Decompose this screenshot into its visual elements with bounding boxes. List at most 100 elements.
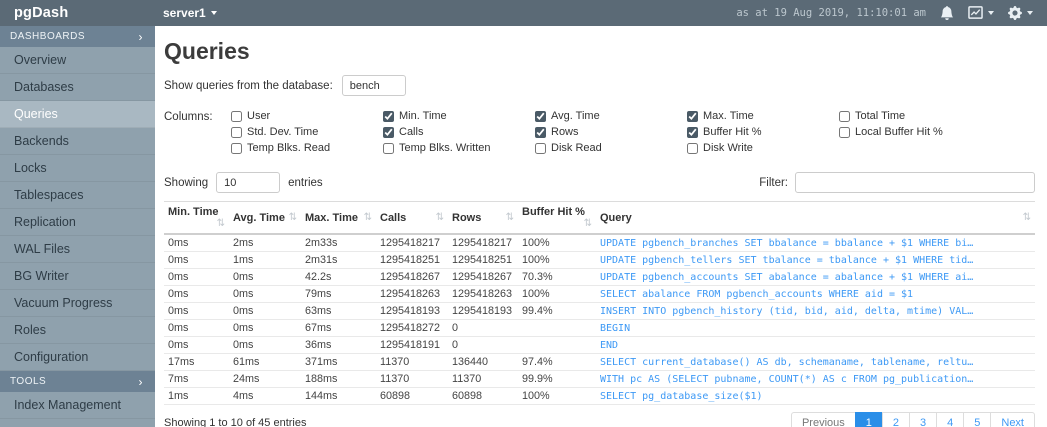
checkbox-input[interactable] xyxy=(687,110,698,122)
sidebar-item-backends[interactable]: Backends xyxy=(0,128,155,155)
entries-count-input[interactable] xyxy=(216,172,281,193)
pagination: Previous 1 2 3 4 5 Next xyxy=(790,412,1035,427)
checkbox-total-time[interactable]: Total Time xyxy=(839,110,943,122)
sidebar-item-configuration[interactable]: Configuration xyxy=(0,344,155,371)
checkbox-temp-blks-written[interactable]: Temp Blks. Written xyxy=(383,142,535,154)
query-link[interactable]: SELECT abalance FROM pgbench_accounts WH… xyxy=(596,285,1035,303)
notifications-button[interactable] xyxy=(940,6,954,20)
checkbox-input[interactable] xyxy=(383,142,394,154)
sidebar-item-queries[interactable]: Queries xyxy=(0,101,155,128)
checkbox-disk-write[interactable]: Disk Write xyxy=(687,142,839,154)
sidebar-item-replication[interactable]: Replication xyxy=(0,209,155,236)
sort-icon: ⇅ xyxy=(288,211,297,223)
checkbox-label: Total Time xyxy=(855,110,906,122)
column-header-avg-time[interactable]: Avg. Time ⇅ xyxy=(229,201,301,235)
page-button-5[interactable]: 5 xyxy=(963,412,992,427)
column-header-calls[interactable]: Calls ⇅ xyxy=(376,201,448,235)
checkbox-input[interactable] xyxy=(231,110,242,122)
checkbox-input[interactable] xyxy=(535,110,546,122)
filter-input[interactable] xyxy=(795,172,1035,193)
query-link[interactable]: INSERT INTO pgbench_history (tid, bid, a… xyxy=(596,302,1035,320)
sidebar-item-roles[interactable]: Roles xyxy=(0,317,155,344)
checkbox-avg-time[interactable]: Avg. Time xyxy=(535,110,687,122)
checkbox-calls[interactable]: Calls xyxy=(383,126,535,138)
table-cell: 0ms xyxy=(164,319,229,337)
entries-filter-row: Showing entries Filter: xyxy=(164,172,1035,193)
query-link[interactable]: SELECT current_database() AS db, scheman… xyxy=(596,353,1035,371)
table-cell: 24ms xyxy=(229,370,301,388)
checkbox-input[interactable] xyxy=(687,142,698,154)
pgdash-logo[interactable]: pgDash xyxy=(0,5,155,21)
checkbox-input[interactable] xyxy=(231,142,242,154)
previous-page-button[interactable]: Previous xyxy=(790,412,856,427)
sidebar-item-databases[interactable]: Databases xyxy=(0,74,155,101)
table-cell: 0ms xyxy=(164,234,229,252)
server-selector[interactable]: server1 xyxy=(163,6,217,20)
sidebar-item-vacuum-progress[interactable]: Vacuum Progress xyxy=(0,290,155,317)
sidebar-item-overview[interactable]: Overview xyxy=(0,47,155,74)
checkbox-input[interactable] xyxy=(383,126,394,138)
sort-icon: ⇅ xyxy=(583,218,592,229)
charts-menu-button[interactable] xyxy=(968,6,994,20)
page-button-3[interactable]: 3 xyxy=(909,412,938,427)
page-button-2[interactable]: 2 xyxy=(881,412,910,427)
checkbox-input[interactable] xyxy=(231,126,242,138)
checkbox-input[interactable] xyxy=(535,142,546,154)
sidebar-item-wal-files[interactable]: WAL Files xyxy=(0,236,155,263)
sidebar-item-index-management[interactable]: Index Management xyxy=(0,392,155,419)
table-cell: 1ms xyxy=(164,387,229,405)
query-link[interactable]: WITH pc AS (SELECT pubname, COUNT(*) AS … xyxy=(596,370,1035,388)
checkbox-disk-read[interactable]: Disk Read xyxy=(535,142,687,154)
checkbox-user[interactable]: User xyxy=(231,110,383,122)
checkbox-rows[interactable]: Rows xyxy=(535,126,687,138)
checkbox-input[interactable] xyxy=(383,110,394,122)
checkbox-input[interactable] xyxy=(687,126,698,138)
sort-icon: ⇅ xyxy=(216,218,225,229)
checkbox-group-2: Min. Time Calls Temp Blks. Written xyxy=(383,110,535,158)
page-button-4[interactable]: 4 xyxy=(936,412,965,427)
next-page-button[interactable]: Next xyxy=(990,412,1035,427)
checkbox-input[interactable] xyxy=(839,110,850,122)
query-link[interactable]: UPDATE pgbench_tellers SET tbalance = tb… xyxy=(596,251,1035,269)
table-cell: 79ms xyxy=(301,285,376,303)
sidebar-item-locks[interactable]: Locks xyxy=(0,155,155,182)
query-link[interactable]: END xyxy=(596,336,1035,354)
settings-menu-button[interactable] xyxy=(1008,6,1033,20)
table-row: 7ms 24ms 188ms 11370 11370 99.9% WITH pc AS (S… xyxy=(164,370,1035,388)
sidebar-item-tablespaces[interactable]: Tablespaces xyxy=(0,182,155,209)
sidebar-section-dashboards[interactable]: DASHBOARDS › xyxy=(0,26,155,47)
column-header-query[interactable]: Query ⇅ xyxy=(596,201,1035,235)
column-header-rows[interactable]: Rows ⇅ xyxy=(448,201,518,235)
table-row: 0ms 0ms 63ms 1295418193 1295418193 99.4% INSER… xyxy=(164,302,1035,320)
checkbox-input[interactable] xyxy=(535,126,546,138)
checkbox-std-dev-time[interactable]: Std. Dev. Time xyxy=(231,126,383,138)
query-link[interactable]: BEGIN xyxy=(596,319,1035,337)
table-cell: 1295418263 xyxy=(448,285,518,303)
checkbox-input[interactable] xyxy=(839,126,850,138)
checkbox-local-buffer-hit[interactable]: Local Buffer Hit % xyxy=(839,126,943,138)
checkbox-buffer-hit[interactable]: Buffer Hit % xyxy=(687,126,839,138)
checkbox-label: Avg. Time xyxy=(551,110,600,122)
checkbox-temp-blks-read[interactable]: Temp Blks. Read xyxy=(231,142,383,154)
query-link[interactable]: UPDATE pgbench_branches SET bbalance = b… xyxy=(596,234,1035,252)
page-button-1[interactable]: 1 xyxy=(854,412,883,427)
table-cell: 1295418217 xyxy=(376,234,448,252)
sidebar-section-tools[interactable]: TOOLS › xyxy=(0,371,155,392)
chevron-right-icon: › xyxy=(138,29,143,44)
table-cell: 100% xyxy=(518,387,596,405)
table-cell: 99.4% xyxy=(518,302,596,320)
column-header-buffer-hit[interactable]: Buffer Hit % ⇅ xyxy=(518,201,596,235)
checkbox-groups: User Std. Dev. Time Temp Blks. Read Min.… xyxy=(231,110,1035,158)
column-header-min-time[interactable]: Min. Time ⇅ xyxy=(164,201,229,235)
table-cell: 1295418272 xyxy=(376,319,448,337)
checkbox-label: Disk Read xyxy=(551,142,602,154)
database-input[interactable] xyxy=(341,75,406,96)
query-link[interactable]: UPDATE pgbench_accounts SET abalance = a… xyxy=(596,268,1035,286)
section-label: DASHBOARDS xyxy=(10,31,86,42)
sidebar-item-bg-writer[interactable]: BG Writer xyxy=(0,263,155,290)
chevron-down-icon xyxy=(988,11,994,15)
column-header-max-time[interactable]: Max. Time ⇅ xyxy=(301,201,376,235)
checkbox-max-time[interactable]: Max. Time xyxy=(687,110,839,122)
query-link[interactable]: SELECT pg_database_size($1) xyxy=(596,387,1035,405)
checkbox-min-time[interactable]: Min. Time xyxy=(383,110,535,122)
